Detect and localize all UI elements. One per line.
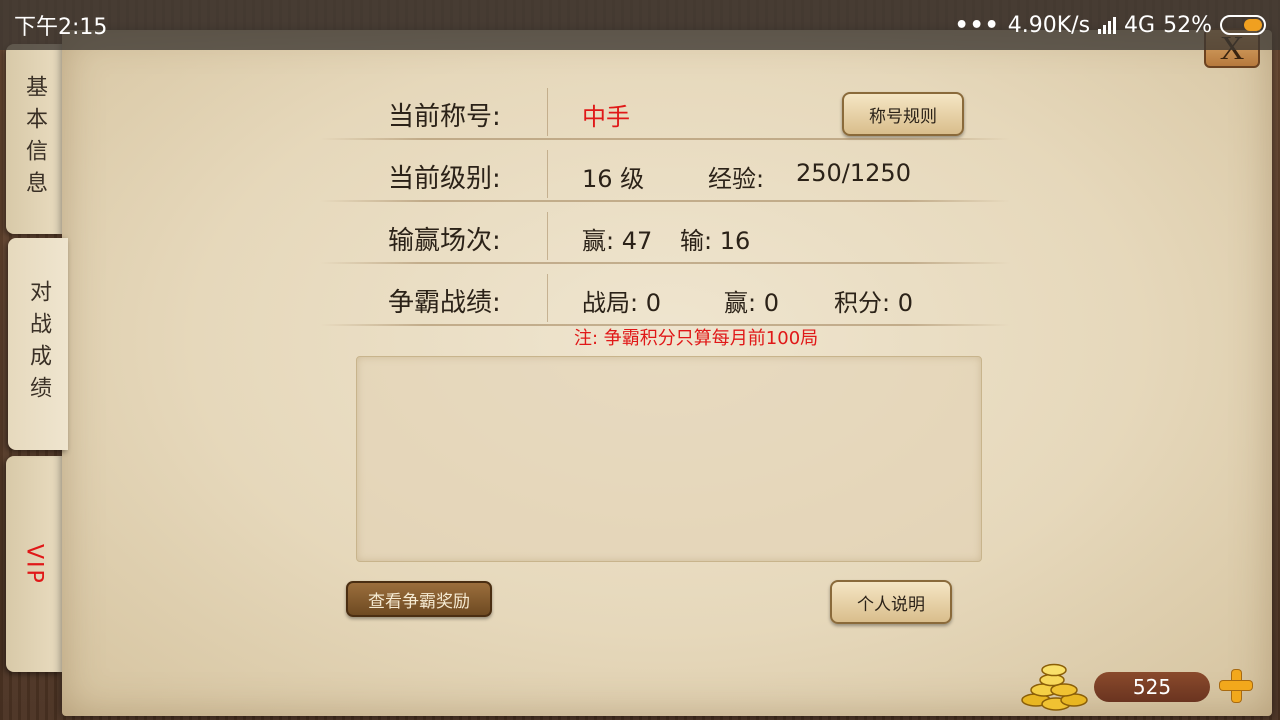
network-speed: 4.90K/s: [1007, 12, 1091, 38]
compete-wins-value: 赢: 0: [724, 289, 779, 317]
coin-counter: 525: [1014, 660, 1274, 720]
tab-battle-record[interactable]: 对战成绩: [8, 238, 68, 450]
tab-battle-record-label: 对战成绩: [26, 280, 51, 408]
personal-description-button[interactable]: 个人说明: [830, 580, 952, 624]
status-indicators: ••• 4.90K/s 4G 52%: [955, 13, 1266, 38]
notification-dots-icon: •••: [954, 12, 1000, 38]
compete-games-value: 战局: 0: [582, 289, 661, 317]
tab-vip[interactable]: VIP: [6, 456, 62, 672]
battery-icon: [1220, 15, 1266, 35]
status-time: 下午2:15: [14, 15, 108, 40]
row-separator: [320, 262, 1010, 264]
exp-value: 250/1250: [796, 159, 911, 187]
losses-value: 输: 16: [680, 227, 751, 255]
record-detail-box: [356, 356, 982, 562]
row-separator: [320, 200, 1010, 202]
coin-amount: 525: [1094, 672, 1210, 702]
view-rewards-button[interactable]: 查看争霸奖励: [346, 581, 492, 617]
title-rules-button[interactable]: 称号规则: [842, 92, 964, 136]
exp-label: 经验:: [708, 165, 765, 193]
compete-points-value: 积分: 0: [834, 289, 913, 317]
win-loss-label: 输赢场次:: [388, 226, 501, 256]
current-level-label: 当前级别:: [388, 164, 501, 194]
row-divider: [547, 88, 548, 136]
row-divider: [547, 212, 548, 260]
signal-icon: [1098, 16, 1117, 34]
current-level-value: 16 级: [582, 165, 645, 193]
current-title-value: 中手: [582, 103, 630, 131]
status-bar: 下午2:15 ••• 4.90K/s 4G 52%: [0, 0, 1280, 50]
row-divider: [547, 150, 548, 198]
row-separator: [320, 138, 1010, 140]
network-type: 4G: [1124, 12, 1156, 38]
add-coins-icon[interactable]: [1218, 668, 1254, 704]
gold-coins-icon: [1021, 663, 1088, 711]
battery-percent: 52%: [1163, 12, 1212, 38]
current-title-label: 当前称号:: [388, 102, 501, 132]
tab-basic-info-label: 基本信息: [22, 75, 47, 203]
tab-basic-info[interactable]: 基本信息: [6, 44, 62, 234]
compete-note: 注: 争霸积分只算每月前100局: [574, 328, 819, 349]
row-divider: [547, 274, 548, 322]
compete-record-label: 争霸战绩:: [388, 288, 501, 318]
tab-vip-label: VIP: [21, 543, 47, 585]
wins-value: 赢: 47: [582, 227, 653, 255]
